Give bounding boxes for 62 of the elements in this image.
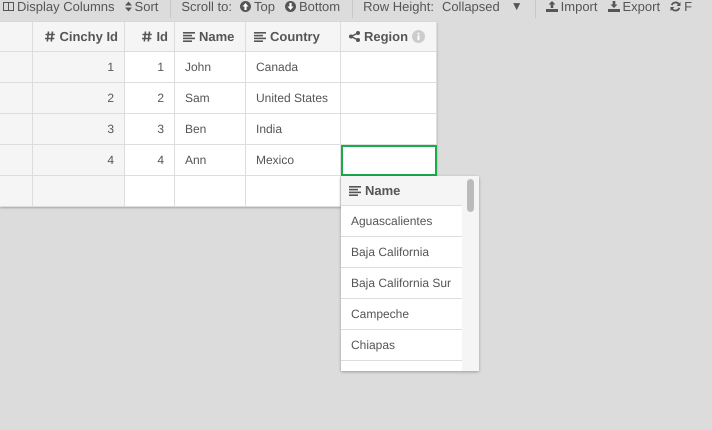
dropdown-option[interactable]: Campeche <box>341 299 462 330</box>
table-cell: Sam <box>175 83 246 114</box>
toolbar-button[interactable]: Display Columns <box>3 0 121 13</box>
row-height-dropdown[interactable]: Collapsed ▼ <box>442 0 529 13</box>
table-cell <box>125 176 175 207</box>
table-cell: Ben <box>175 114 246 145</box>
toolbar-button[interactable]: Import <box>546 0 604 13</box>
table-cell: 1 <box>125 52 175 83</box>
column-header[interactable]: Name <box>175 22 246 52</box>
toolbar-button[interactable]: F <box>670 0 698 13</box>
table-cell: United States <box>246 83 341 114</box>
dropdown-option[interactable]: Aguascalientes <box>341 206 462 237</box>
column-header[interactable]: Country <box>246 22 341 52</box>
toolbar-button[interactable]: Top <box>240 0 281 13</box>
column-header[interactable]: Cinchy Id <box>33 22 125 52</box>
upload-icon <box>546 1 558 12</box>
table-cell: 3 <box>125 114 175 145</box>
text-lines-icon <box>349 186 361 196</box>
table-cell: 2 <box>125 83 175 114</box>
table-cell: India <box>246 114 341 145</box>
table-cell: Mexico <box>246 145 341 176</box>
table-cell: 1 <box>33 52 125 83</box>
arrow-down-icon <box>284 1 296 12</box>
row-header-cell <box>0 114 33 145</box>
table-cell <box>175 176 246 207</box>
table-cell: 3 <box>33 114 125 145</box>
hash-icon <box>45 31 56 42</box>
toolbar-label: Scroll to: <box>181 0 233 13</box>
table-cell: 2 <box>33 83 125 114</box>
columns-icon <box>3 1 14 12</box>
dropdown-header: Name <box>365 183 400 198</box>
share-icon <box>349 31 360 42</box>
text-lines-icon <box>254 32 266 42</box>
toolbar-button[interactable]: Sort <box>124 0 164 13</box>
column-title: Region <box>364 29 408 44</box>
text-lines-icon <box>183 32 195 42</box>
column-title: Name <box>199 29 234 44</box>
table-cell: 4 <box>125 145 175 176</box>
table-cell: John <box>175 52 246 83</box>
row-header-cell <box>0 52 33 83</box>
table-cell: 4 <box>33 145 125 176</box>
table-cell: Canada <box>246 52 341 83</box>
column-header[interactable]: Region <box>341 22 437 52</box>
sort-icon <box>124 1 132 12</box>
toolbar-label: Row Height: <box>363 0 435 13</box>
refresh-icon <box>670 1 682 12</box>
row-header-cell <box>0 83 33 114</box>
column-header[interactable]: Id <box>125 22 175 52</box>
table-cell: Ann <box>175 145 246 176</box>
dropdown-option[interactable]: Baja California Sur <box>341 268 462 299</box>
row-header-cell <box>0 145 33 176</box>
dropdown-option[interactable]: Baja California <box>341 237 462 268</box>
arrow-up-icon <box>240 1 251 12</box>
column-title: Cinchy Id <box>59 29 118 44</box>
column-title: Id <box>156 29 168 44</box>
hash-icon <box>142 31 152 42</box>
column-title: Country <box>270 29 320 44</box>
dropdown-option[interactable]: Chiapas <box>341 330 462 361</box>
info-icon[interactable] <box>412 30 426 43</box>
toolbar-button[interactable]: Export <box>608 0 666 13</box>
toolbar-button[interactable]: Bottom <box>284 0 346 13</box>
download-icon <box>608 1 620 12</box>
